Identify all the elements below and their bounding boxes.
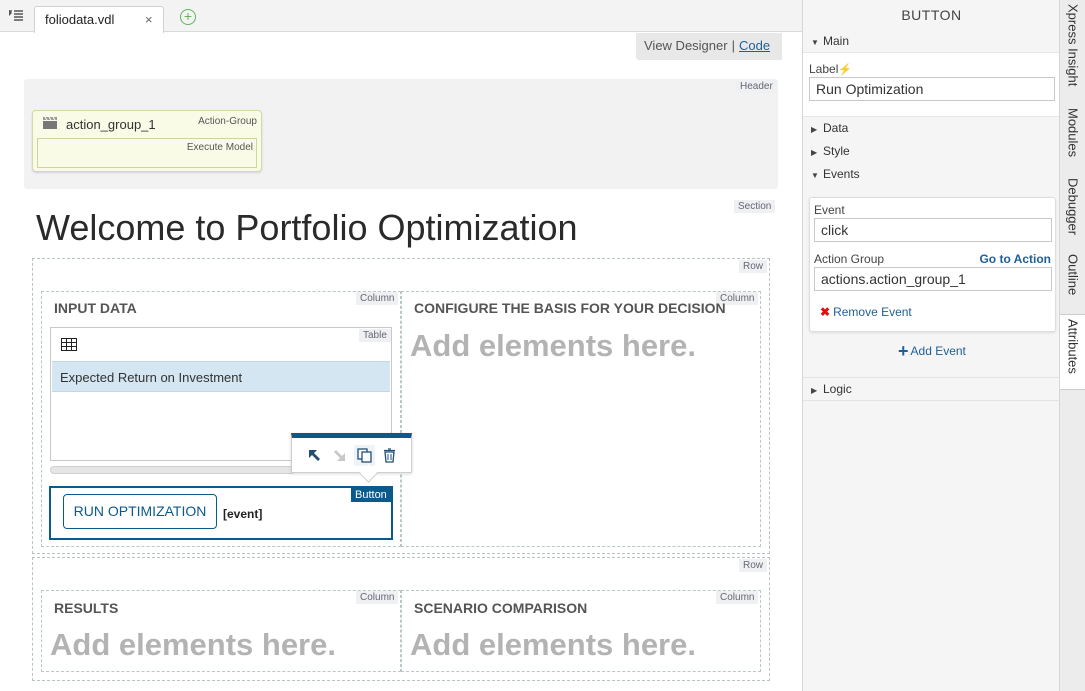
caret-right-icon: ▶: [811, 148, 818, 157]
label-field-label: Label⚡: [809, 62, 852, 76]
remove-event-button[interactable]: ✖ Remove Event: [820, 305, 912, 319]
accordion-data[interactable]: ▶ Data: [811, 121, 848, 135]
select-child-icon: [329, 445, 350, 466]
side-tab-xpress-insight[interactable]: Xpress Insight: [1060, 0, 1085, 104]
action-group-name: action_group_1: [66, 117, 156, 132]
accordion-logic-label: Logic: [823, 382, 852, 396]
select-parent-icon[interactable]: [304, 445, 325, 466]
table-header-row[interactable]: Expected Return on Investment: [52, 361, 390, 392]
table-tag: Table: [359, 329, 391, 342]
accordion-logic[interactable]: ▶ Logic: [811, 382, 852, 396]
code-link[interactable]: Code: [739, 38, 770, 53]
menu-icon[interactable]: [9, 10, 23, 22]
accordion-main-label: Main: [823, 34, 850, 48]
event-card: Event click Action Group Go to Action ac…: [809, 197, 1056, 332]
go-to-action-link[interactable]: Go to Action: [979, 252, 1051, 266]
column-title-scenario: SCENARIO COMPARISON: [414, 600, 588, 616]
label-field-label-text: Label: [809, 62, 839, 76]
side-tab-strip: Xpress Insight Modules Debugger Outline …: [1059, 0, 1085, 691]
action-group-input[interactable]: actions.action_group_1: [814, 267, 1052, 291]
column-4-tag: Column: [716, 591, 759, 604]
add-elements-placeholder[interactable]: Add elements here.: [50, 627, 336, 663]
add-elements-placeholder[interactable]: Add elements here.: [410, 328, 696, 364]
add-tab-icon[interactable]: +: [180, 9, 196, 25]
run-optimization-button[interactable]: RUN OPTIMIZATION: [63, 494, 217, 529]
side-tab-outline[interactable]: Outline: [1060, 250, 1085, 314]
action-group-card[interactable]: action_group_1 Action-Group Execute Mode…: [32, 110, 262, 172]
add-elements-placeholder[interactable]: Add elements here.: [410, 627, 696, 663]
side-tab-debugger[interactable]: Debugger: [1060, 174, 1085, 250]
add-event-button[interactable]: + Add Event: [898, 341, 966, 362]
action-group-field-label: Action Group: [814, 252, 885, 266]
accordion-main[interactable]: ▼ Main: [811, 34, 849, 48]
accordion-style-label: Style: [823, 144, 850, 158]
tab-foliodata[interactable]: foliodata.vdl ×: [34, 6, 164, 33]
section-tag: Section: [734, 200, 776, 213]
side-tab-attributes[interactable]: Attributes: [1060, 314, 1085, 390]
table-icon: [61, 338, 77, 351]
table-scrollbar[interactable]: [50, 466, 295, 474]
caret-right-icon: ▶: [811, 386, 818, 395]
side-tab-modules[interactable]: Modules: [1060, 104, 1085, 174]
main-section: Label⚡ Run Optimization: [803, 52, 1059, 117]
add-event-label: Add Event: [910, 344, 966, 358]
plus-icon: +: [898, 341, 909, 361]
remove-x-icon: ✖: [820, 305, 831, 319]
duplicate-icon[interactable]: [354, 445, 375, 466]
accordion-events-label: Events: [823, 167, 860, 181]
event-field-label: Event: [814, 203, 845, 217]
trash-icon[interactable]: [379, 445, 400, 466]
column-1-tag: Column: [356, 292, 399, 305]
column-title-configure: CONFIGURE THE BASIS FOR YOUR DECISION: [414, 300, 726, 316]
accordion-data-label: Data: [823, 121, 849, 135]
remove-event-label: Remove Event: [833, 305, 912, 319]
caret-right-icon: ▶: [811, 125, 818, 134]
column-3-tag: Column: [356, 591, 399, 604]
element-toolbar: [291, 433, 412, 473]
caret-down-icon: ▼: [811, 171, 819, 180]
view-switch-separator: |: [731, 38, 735, 53]
button-tag: Button: [351, 488, 391, 502]
row-1-tag: Row: [739, 260, 768, 273]
row-2-tag: Row: [739, 559, 768, 572]
view-switch: View Designer | Code: [636, 33, 782, 60]
clapperboard-icon: [43, 116, 57, 129]
table-header-cell: Expected Return on Investment: [60, 370, 243, 385]
view-designer-label[interactable]: View Designer: [644, 38, 728, 53]
action-group-type: Action-Group: [198, 116, 257, 127]
accordion-logic-row[interactable]: ▶ Logic: [803, 377, 1059, 401]
caret-down-icon: ▼: [811, 38, 819, 47]
close-icon[interactable]: ×: [145, 12, 153, 27]
tab-bar: foliodata.vdl × +: [0, 0, 802, 33]
column-title-input-data: INPUT DATA: [54, 300, 137, 316]
event-indicator: [event]: [223, 507, 263, 521]
event-input[interactable]: click: [814, 218, 1052, 242]
accordion-style[interactable]: ▶ Style: [811, 144, 850, 158]
attributes-panel: BUTTON ▼ Main Label⚡ Run Optimization ▶ Da…: [802, 0, 1059, 691]
page-title[interactable]: Welcome to Portfolio Optimization: [36, 207, 578, 249]
panel-title: BUTTON: [901, 7, 962, 23]
accordion-events[interactable]: ▼ Events: [811, 167, 860, 181]
lightning-icon: ⚡: [838, 64, 853, 76]
tab-label: foliodata.vdl: [45, 12, 115, 27]
header-tag: Header: [736, 80, 777, 93]
label-input[interactable]: Run Optimization: [809, 77, 1055, 101]
execute-model-slot[interactable]: Execute Model: [37, 138, 257, 168]
execute-model-label: Execute Model: [186, 142, 253, 153]
app-window: foliodata.vdl × + View Designer | Code Hea…: [0, 0, 1085, 691]
column-title-results: RESULTS: [54, 600, 119, 616]
